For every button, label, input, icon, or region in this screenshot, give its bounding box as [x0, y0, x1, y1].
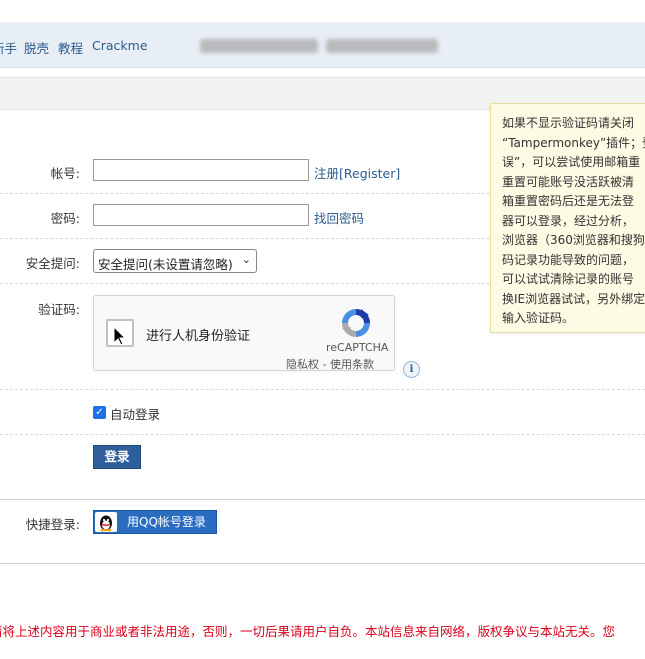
- tooltip-line: 箱重置密码后还是无法登: [502, 194, 635, 208]
- chevron-down-icon: ⌄: [241, 253, 251, 266]
- nav-link-crackme[interactable]: Crackme: [92, 38, 148, 53]
- recaptcha-widget: 进行人机身份验证 reCAPTCHA 隐私权 - 使用条款: [93, 295, 395, 371]
- tooltip-line: 重置可能账号没活跃被清: [502, 174, 635, 189]
- login-button[interactable]: 登录: [93, 445, 141, 469]
- forgot-password-link[interactable]: 找回密码: [314, 208, 364, 227]
- top-band: [0, 0, 645, 22]
- tooltip-line: 换IE浏览器试试，另外绑定: [502, 291, 645, 306]
- section-divider: [0, 563, 645, 564]
- mouse-cursor-icon: [113, 326, 127, 346]
- tooltip-line: 码记录功能导致的问题，: [502, 252, 635, 267]
- footer-disclaimer: 请将上述内容用于商业或者非法用途，否则，一切后果请用户自负。本站信息来自网络，版…: [0, 624, 616, 639]
- nav-bar: 新手 脱壳 教程 Crackme: [0, 22, 645, 68]
- recaptcha-brand: reCAPTCHA: [326, 341, 389, 354]
- section-divider: [0, 499, 645, 500]
- tooltip-line: 浏览器（360浏览器和搜狗: [502, 233, 645, 247]
- qq-penguin-icon: [95, 512, 117, 532]
- tooltip-line: “Tampermonkey”插件；登: [502, 135, 645, 150]
- nav-link-newbie[interactable]: 新手: [0, 38, 17, 57]
- security-question-label: 安全提问:: [25, 256, 80, 271]
- tooltip-line: 器可以登录，经过分析，: [502, 213, 635, 228]
- redacted-username: [200, 39, 318, 53]
- qq-login-label: 用QQ帐号登录: [127, 515, 206, 529]
- tooltip-line: 如果不显示验证码请关闭: [502, 116, 635, 130]
- recaptcha-label: 进行人机身份验证: [146, 329, 251, 344]
- autologin-checkbox[interactable]: ✓: [93, 406, 106, 419]
- captcha-label: 验证码:: [38, 302, 80, 317]
- tooltip-line: 误”，可以尝试使用邮箱重: [502, 155, 641, 169]
- register-link[interactable]: 注册[Register]: [314, 163, 400, 182]
- tooltip-line: 输入验证码。: [502, 311, 575, 325]
- security-question-select[interactable]: 安全提问(未设置请忽略) ⌄: [93, 249, 257, 273]
- qq-login-button[interactable]: 用QQ帐号登录: [93, 510, 217, 534]
- nav-link-unpack[interactable]: 脱壳: [24, 38, 49, 57]
- recaptcha-terms-link[interactable]: 隐私权 - 使用条款: [286, 356, 374, 372]
- autologin-label: 自动登录: [110, 407, 161, 422]
- account-label: 帐号:: [50, 166, 80, 181]
- info-icon[interactable]: i: [403, 361, 420, 378]
- row-divider: [0, 434, 645, 435]
- tooltip-line: 可以试试清除记录的账号: [502, 272, 635, 286]
- security-question-value: 安全提问(未设置请忽略): [98, 257, 233, 272]
- nav-gap: [0, 68, 645, 77]
- captcha-help-tooltip: 如果不显示验证码请关闭 “Tampermonkey”插件；登 误”，可以尝试使用…: [490, 103, 645, 333]
- recaptcha-logo-icon: [342, 309, 370, 337]
- redacted-info: [326, 39, 438, 53]
- quick-login-label: 快捷登录:: [25, 517, 80, 532]
- password-input[interactable]: [93, 204, 309, 226]
- row-divider: [0, 389, 645, 390]
- account-input[interactable]: [93, 159, 309, 181]
- nav-link-tutorial[interactable]: 教程: [58, 38, 83, 57]
- password-label: 密码:: [50, 211, 80, 226]
